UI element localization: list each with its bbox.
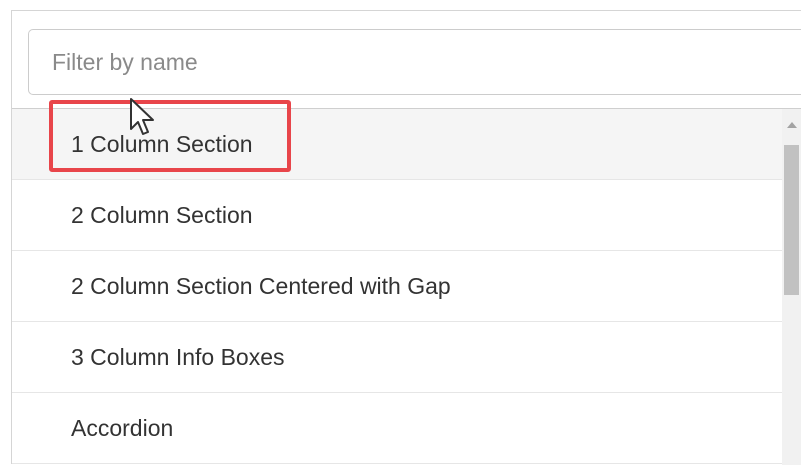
list-item-2-column-section[interactable]: 2 Column Section bbox=[12, 180, 782, 251]
scroll-up-button[interactable] bbox=[782, 109, 801, 141]
list-item-3-column-info-boxes[interactable]: 3 Column Info Boxes bbox=[12, 322, 782, 393]
list-item-accordion[interactable]: Accordion bbox=[12, 393, 782, 464]
list-item-label: 3 Column Info Boxes bbox=[71, 343, 285, 370]
list-item-label: 1 Column Section bbox=[71, 130, 253, 157]
list-item-label: 2 Column Section Centered with Gap bbox=[71, 272, 451, 299]
triangle-up-icon bbox=[786, 122, 797, 128]
list-item-2-column-section-centered-with-gap[interactable]: 2 Column Section Centered with Gap bbox=[12, 251, 782, 322]
scroll-thumb[interactable] bbox=[784, 145, 799, 295]
list-item-label: Accordion bbox=[71, 414, 174, 441]
filter-input[interactable] bbox=[28, 29, 801, 95]
section-list: 1 Column Section 2 Column Section 2 Colu… bbox=[12, 109, 782, 465]
vertical-scrollbar[interactable] bbox=[782, 109, 801, 465]
section-picker-panel: 1 Column Section 2 Column Section 2 Colu… bbox=[11, 10, 801, 465]
list-item-label: 2 Column Section bbox=[71, 201, 253, 228]
list-item-1-column-section[interactable]: 1 Column Section bbox=[12, 109, 782, 180]
filter-area bbox=[12, 11, 801, 109]
